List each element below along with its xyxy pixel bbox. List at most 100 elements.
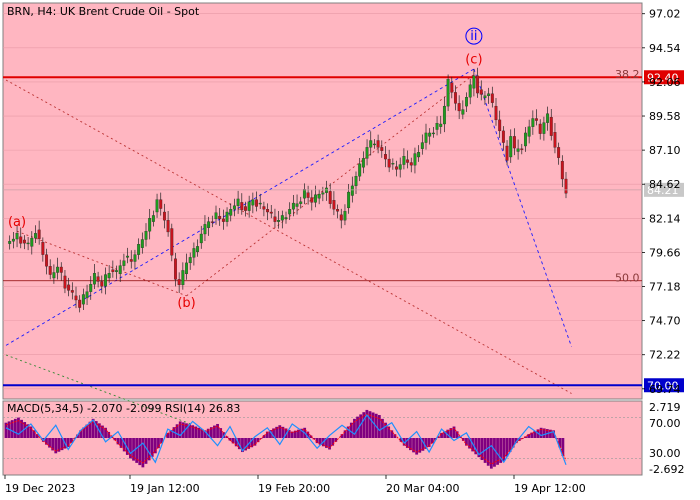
candle-body xyxy=(380,147,384,151)
macd-bar xyxy=(331,438,335,446)
candle-body xyxy=(387,158,391,168)
candle-body xyxy=(137,244,141,255)
candle-body xyxy=(347,191,351,209)
candle-body xyxy=(277,220,281,222)
candle-body xyxy=(107,273,111,279)
candle-body xyxy=(122,260,126,266)
candle-body xyxy=(472,75,476,89)
candle-body xyxy=(420,142,424,149)
price-chart-svg: 92.4070.0038.250.0 84.21 (a)(b)(c)ii 97.… xyxy=(2,2,684,495)
macd-bar xyxy=(480,438,484,461)
macd-bar xyxy=(493,438,496,467)
indicator-y-tick-label: 30.00 xyxy=(649,447,681,460)
candle-body xyxy=(236,198,240,206)
candle-body xyxy=(8,241,12,244)
wave-label: (c) xyxy=(465,53,482,68)
x-tick-label: 19 Apr 12:00 xyxy=(514,482,586,495)
candle-body xyxy=(350,185,354,196)
candle-body xyxy=(170,228,174,256)
candle-body xyxy=(376,140,380,148)
macd-bar xyxy=(32,430,36,438)
macd-bar xyxy=(144,438,148,464)
candle-body xyxy=(100,281,104,287)
candle-body xyxy=(192,248,196,258)
y-tick-label: 82.14 xyxy=(649,212,681,225)
candle-body xyxy=(295,203,299,207)
fib-level-label: 38.2 xyxy=(615,68,640,81)
candle-body xyxy=(181,270,185,286)
candle-body xyxy=(74,295,78,301)
y-tick-label: 92.06 xyxy=(649,76,681,89)
candle-body xyxy=(255,199,258,207)
candle-body xyxy=(402,156,406,165)
candle-body xyxy=(406,159,410,163)
candle-body xyxy=(494,105,498,121)
candle-body xyxy=(144,231,148,240)
candle-body xyxy=(512,136,516,149)
candle-body xyxy=(196,246,200,253)
candle-body xyxy=(468,84,472,98)
fib-level-label: 50.0 xyxy=(615,272,640,285)
candle-body xyxy=(520,148,524,150)
candle-body xyxy=(354,176,358,187)
candle-body xyxy=(126,255,130,258)
macd-bar xyxy=(135,438,139,463)
candle-body xyxy=(409,162,413,166)
candle-body xyxy=(115,270,118,272)
candle-body xyxy=(81,294,85,305)
x-tick-label: 19 Dec 2023 xyxy=(5,482,75,495)
candle-body xyxy=(78,299,82,308)
macd-bar xyxy=(48,438,51,448)
candle-body xyxy=(15,233,19,240)
candle-body xyxy=(336,209,340,212)
candle-body xyxy=(151,215,155,222)
candle-body xyxy=(325,187,328,193)
candle-body xyxy=(221,218,225,222)
candle-body xyxy=(531,118,535,127)
candle-body xyxy=(465,97,468,107)
candle-body xyxy=(479,89,483,95)
macd-bar xyxy=(343,430,347,438)
candle-body xyxy=(450,82,454,93)
candle-body xyxy=(37,229,41,239)
candle-body xyxy=(41,242,45,255)
y-tick-label: 74.70 xyxy=(649,315,681,328)
candle-body xyxy=(269,211,273,214)
candle-body xyxy=(118,265,122,275)
candle-body xyxy=(501,130,505,143)
candle-body xyxy=(299,201,303,204)
candle-body xyxy=(203,224,207,235)
macd-bar xyxy=(349,422,353,438)
candle-body xyxy=(70,290,74,293)
candle-body xyxy=(328,191,332,204)
candle-body xyxy=(417,152,421,158)
candle-body xyxy=(516,148,520,152)
candle-body xyxy=(398,164,402,170)
candle-body xyxy=(442,105,446,125)
candle-body xyxy=(553,132,557,148)
x-tick-label: 20 Mar 04:00 xyxy=(386,482,459,495)
candle-body xyxy=(104,274,107,287)
y-tick-label: 79.66 xyxy=(649,246,681,259)
candle-body xyxy=(89,284,93,292)
candle-body xyxy=(22,239,26,244)
candle-body xyxy=(483,95,487,99)
candle-body xyxy=(207,221,211,228)
candle-body xyxy=(391,163,395,165)
candle-body xyxy=(384,154,387,160)
candle-body xyxy=(244,206,247,211)
candle-body xyxy=(174,258,177,280)
indicator-title: MACD(5,34,5) -2.070 -2.099 RSI(14) 26.83 xyxy=(7,402,240,415)
candle-body xyxy=(284,217,288,220)
candle-body xyxy=(487,93,491,96)
candle-body xyxy=(317,193,321,199)
candle-body xyxy=(56,266,60,273)
candle-body xyxy=(549,116,553,136)
candle-body xyxy=(535,118,538,121)
candle-body xyxy=(111,269,115,272)
candle-body xyxy=(96,276,100,282)
candle-body xyxy=(177,279,181,286)
candle-body xyxy=(59,266,63,273)
candle-body xyxy=(564,178,568,194)
candle-body xyxy=(431,132,435,135)
